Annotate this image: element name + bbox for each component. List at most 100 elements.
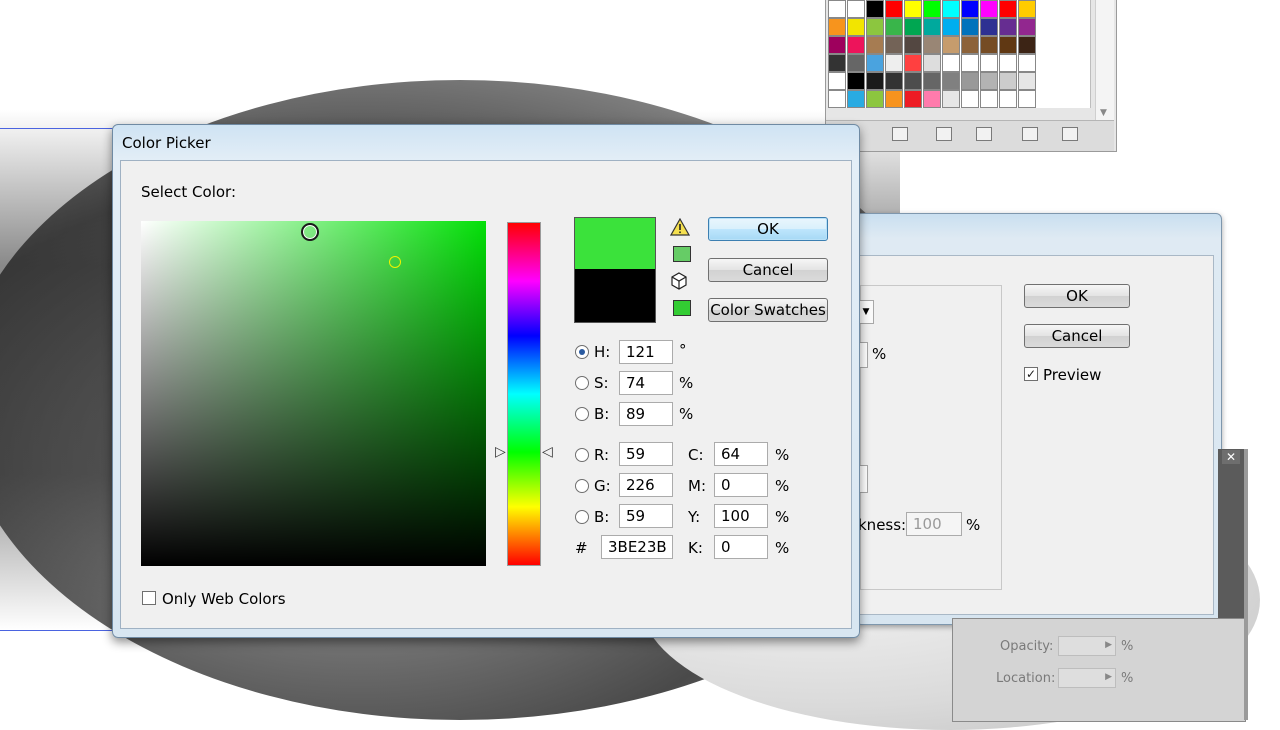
swatch[interactable]: [961, 72, 979, 90]
yellow-field[interactable]: 100: [714, 504, 768, 528]
swatch[interactable]: [923, 0, 941, 18]
swatch[interactable]: [942, 54, 960, 72]
saturation-field[interactable]: 74: [619, 371, 673, 395]
swatch[interactable]: [904, 18, 922, 36]
swatch[interactable]: [999, 0, 1017, 18]
swatch[interactable]: [847, 18, 865, 36]
hue-slider[interactable]: [507, 222, 541, 566]
location-field[interactable]: ▶: [1058, 668, 1116, 688]
ok-button[interactable]: OK: [708, 217, 828, 241]
swatch[interactable]: [999, 90, 1017, 108]
swatch[interactable]: [999, 36, 1017, 54]
swatch[interactable]: [866, 72, 884, 90]
swatch[interactable]: [980, 90, 998, 108]
swatch[interactable]: [904, 54, 922, 72]
swatch[interactable]: [866, 54, 884, 72]
swatch[interactable]: [923, 36, 941, 54]
opacity-arrow-icon[interactable]: ▶: [1105, 640, 1112, 650]
swatch[interactable]: [942, 36, 960, 54]
new-color-group-icon[interactable]: [976, 127, 992, 141]
swatch[interactable]: [828, 36, 846, 54]
color-field[interactable]: [141, 221, 486, 566]
swatch[interactable]: [847, 0, 865, 18]
hex-field[interactable]: 3BE23B: [601, 535, 673, 559]
web-safe-color-chip[interactable]: [673, 300, 691, 316]
brightness-radio[interactable]: [575, 407, 589, 421]
blue-field[interactable]: 59: [619, 504, 673, 528]
swatch[interactable]: [942, 90, 960, 108]
swatch[interactable]: [847, 90, 865, 108]
swatch[interactable]: [980, 18, 998, 36]
swatch[interactable]: [980, 54, 998, 72]
swatch[interactable]: [1018, 90, 1036, 108]
swatch[interactable]: [942, 0, 960, 18]
thickness-field[interactable]: 100: [906, 512, 962, 536]
right-cancel-button[interactable]: Cancel: [1024, 324, 1130, 348]
red-field[interactable]: 59: [619, 442, 673, 466]
current-color-preview[interactable]: [574, 269, 656, 323]
swatch[interactable]: [923, 18, 941, 36]
blue-radio[interactable]: [575, 510, 589, 524]
swatch[interactable]: [942, 72, 960, 90]
swatch[interactable]: [961, 54, 979, 72]
opacity-field[interactable]: ▶: [1058, 636, 1116, 656]
web-safe-cube-icon[interactable]: [671, 272, 687, 290]
green-field[interactable]: 226: [619, 473, 673, 497]
swatch[interactable]: [904, 90, 922, 108]
close-icon[interactable]: ✕: [1222, 450, 1240, 464]
location-arrow-icon[interactable]: ▶: [1105, 672, 1112, 682]
swatch[interactable]: [828, 90, 846, 108]
hue-slider-right-arrow-icon[interactable]: ◁: [542, 444, 553, 460]
swatch[interactable]: [961, 90, 979, 108]
swatch[interactable]: [923, 54, 941, 72]
swatch[interactable]: [904, 36, 922, 54]
swatch[interactable]: [828, 54, 846, 72]
swatch[interactable]: [961, 18, 979, 36]
swatch[interactable]: [885, 0, 903, 18]
swatch[interactable]: [980, 36, 998, 54]
green-radio[interactable]: [575, 479, 589, 493]
new-swatch-icon[interactable]: [1022, 127, 1038, 141]
swatch[interactable]: [999, 72, 1017, 90]
swatch[interactable]: [923, 90, 941, 108]
gradient-panel-scrollbar[interactable]: [1244, 449, 1248, 720]
swatch[interactable]: [904, 72, 922, 90]
right-ok-button[interactable]: OK: [1024, 284, 1130, 308]
only-web-colors-checkbox[interactable]: [142, 591, 156, 605]
black-field[interactable]: 0: [714, 535, 768, 559]
swatch[interactable]: [885, 54, 903, 72]
swatch[interactable]: [999, 54, 1017, 72]
scroll-down-arrow-icon[interactable]: ▼: [1100, 108, 1107, 118]
swatch-library-icon[interactable]: [892, 127, 908, 141]
hue-radio[interactable]: [575, 345, 589, 359]
brightness-field[interactable]: 89: [619, 402, 673, 426]
color-swatches-button[interactable]: Color Swatches: [708, 298, 828, 322]
red-radio[interactable]: [575, 448, 589, 462]
swatch[interactable]: [885, 18, 903, 36]
swatch[interactable]: [885, 36, 903, 54]
swatch[interactable]: [1018, 72, 1036, 90]
swatch[interactable]: [828, 0, 846, 18]
swatch[interactable]: [847, 72, 865, 90]
swatches-scrollbar[interactable]: ▼: [1095, 0, 1114, 120]
hue-field[interactable]: 121: [619, 340, 673, 364]
swatch[interactable]: [980, 72, 998, 90]
out-of-gamut-color-chip[interactable]: [673, 246, 691, 262]
swatch[interactable]: [1018, 18, 1036, 36]
show-swatch-kinds-icon[interactable]: [936, 127, 952, 141]
cancel-button[interactable]: Cancel: [708, 258, 828, 282]
hue-slider-left-arrow-icon[interactable]: ▷: [495, 444, 506, 460]
swatch[interactable]: [828, 18, 846, 36]
cyan-field[interactable]: 64: [714, 442, 768, 466]
swatch[interactable]: [885, 72, 903, 90]
swatch[interactable]: [1018, 36, 1036, 54]
swatch[interactable]: [847, 36, 865, 54]
magenta-field[interactable]: 0: [714, 473, 768, 497]
swatch[interactable]: [866, 0, 884, 18]
swatch[interactable]: [999, 18, 1017, 36]
warning-icon[interactable]: [670, 218, 690, 236]
saturation-radio[interactable]: [575, 376, 589, 390]
swatch[interactable]: [1018, 54, 1036, 72]
color-field-cursor[interactable]: [301, 223, 319, 241]
swatch[interactable]: [866, 90, 884, 108]
